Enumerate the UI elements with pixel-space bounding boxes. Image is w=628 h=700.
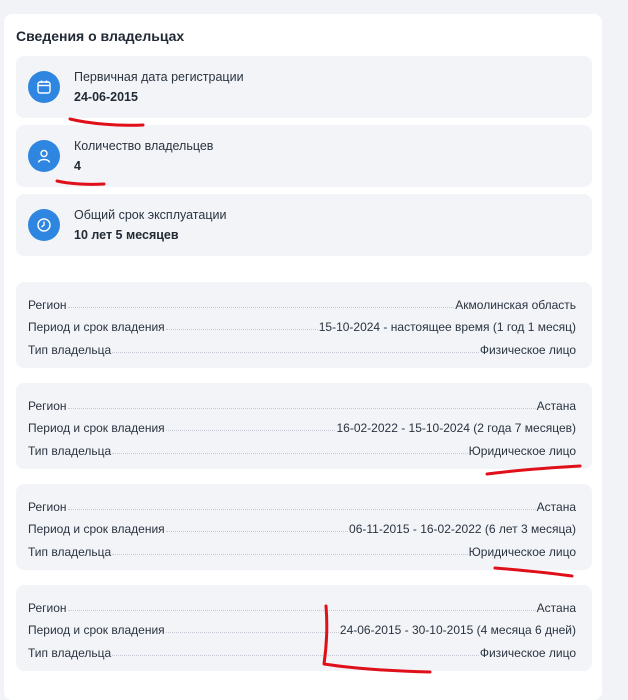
owner-row-region: Регион Акмолинская область (28, 294, 576, 312)
owner-row-type: Тип владельца Юридическое лицо (28, 440, 576, 458)
usage-period-value: 10 лет 5 месяцев (74, 228, 179, 242)
owners-count-label: Количество владельцев (74, 139, 214, 153)
leader-dots (67, 610, 536, 611)
period-value: 24-06-2015 - 30-10-2015 (4 месяца 6 дней… (339, 623, 576, 637)
region-key: Регион (28, 399, 67, 413)
owner-card-4: Регион Астана Период и срок владения 24-… (16, 585, 592, 671)
type-key: Тип владельца (28, 343, 112, 357)
leader-dots (67, 509, 536, 510)
owner-row-type: Тип владельца Юридическое лицо (28, 541, 576, 559)
owner-card-2: Регион Астана Период и срок владения 16-… (16, 383, 592, 469)
period-value: 15-10-2024 - настоящее время (1 год 1 ме… (318, 320, 576, 334)
leader-dots (67, 408, 536, 409)
type-key: Тип владельца (28, 545, 112, 559)
owners-count-card: Количество владельцев 4 (16, 125, 592, 187)
usage-period-card: Общий срок эксплуатации 10 лет 5 месяцев (16, 194, 592, 256)
type-value: Юридическое лицо (468, 545, 576, 559)
region-key: Регион (28, 500, 67, 514)
owner-row-period: Период и срок владения 16-02-2022 - 15-1… (28, 417, 576, 435)
period-key: Период и срок владения (28, 320, 165, 334)
registration-card: Первичная дата регистрации 24-06-2015 (16, 56, 592, 118)
leader-dots (112, 453, 468, 454)
region-value: Астана (536, 399, 576, 413)
region-key: Регион (28, 601, 67, 615)
type-key: Тип владельца (28, 444, 112, 458)
leader-dots (165, 632, 339, 633)
user-icon (28, 140, 60, 172)
leader-dots (112, 554, 468, 555)
region-value: Астана (536, 500, 576, 514)
leader-dots (165, 531, 349, 532)
period-key: Период и срок владения (28, 421, 165, 435)
calendar-icon (28, 71, 60, 103)
period-value: 06-11-2015 - 16-02-2022 (6 лет 3 месяца) (349, 522, 576, 536)
owner-row-type: Тип владельца Физическое лицо (28, 339, 576, 357)
leader-dots (112, 352, 479, 353)
owner-row-region: Регион Астана (28, 395, 576, 413)
owner-row-type: Тип владельца Физическое лицо (28, 642, 576, 660)
owners-count-value: 4 (74, 159, 81, 173)
registration-value: 24-06-2015 (74, 90, 138, 104)
owner-row-period: Период и срок владения 06-11-2015 - 16-0… (28, 518, 576, 536)
type-value: Физическое лицо (479, 343, 576, 357)
clock-icon (28, 209, 60, 241)
region-value: Акмолинская область (455, 298, 576, 312)
owner-card-3: Регион Астана Период и срок владения 06-… (16, 484, 592, 570)
type-key: Тип владельца (28, 646, 112, 660)
type-value: Юридическое лицо (468, 444, 576, 458)
region-value: Астана (536, 601, 576, 615)
panel-title: Сведения о владельцах (16, 28, 185, 44)
leader-dots (165, 329, 318, 330)
period-key: Период и срок владения (28, 522, 165, 536)
registration-label: Первичная дата регистрации (74, 70, 244, 84)
leader-dots (165, 430, 336, 431)
type-value: Физическое лицо (479, 646, 576, 660)
leader-dots (112, 655, 479, 656)
owner-card-1: Регион Акмолинская область Период и срок… (16, 282, 592, 368)
usage-period-label: Общий срок эксплуатации (74, 208, 227, 222)
period-value: 16-02-2022 - 15-10-2024 (2 года 7 месяце… (336, 421, 576, 435)
period-key: Период и срок владения (28, 623, 165, 637)
owner-row-region: Регион Астана (28, 496, 576, 514)
owner-row-region: Регион Астана (28, 597, 576, 615)
owner-row-period: Период и срок владения 15-10-2024 - наст… (28, 316, 576, 334)
leader-dots (67, 307, 455, 308)
page-scrollbar[interactable] (612, 0, 628, 700)
owner-row-period: Период и срок владения 24-06-2015 - 30-1… (28, 619, 576, 637)
region-key: Регион (28, 298, 67, 312)
owners-panel: Сведения о владельцах Первичная дата рег… (4, 14, 602, 700)
